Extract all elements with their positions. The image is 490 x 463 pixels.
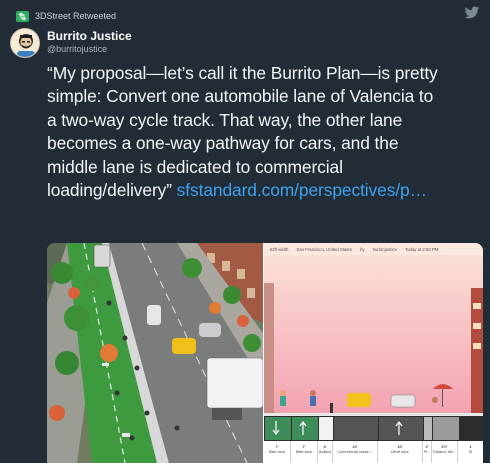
lane-label[interactable]: 7' Bike lane xyxy=(291,441,318,463)
retweet-text: 3DStreet Retweeted xyxy=(35,11,117,21)
tweet-link[interactable]: sfstandard.com/perspectives/p… xyxy=(177,180,427,200)
lane-label[interactable]: 6½' Outdoor din... xyxy=(432,441,458,463)
twitter-bird-icon[interactable] xyxy=(464,6,480,20)
lane-label[interactable]: 10' Drive lane xyxy=(378,441,423,463)
media-images xyxy=(47,243,483,463)
streetmix-header: 82ft width San Francisco, United States … xyxy=(264,243,483,255)
retweet-icon xyxy=(16,10,29,22)
street-3d-image[interactable] xyxy=(47,243,264,463)
tweet-line: becomes a one-way pathway for cars, and … xyxy=(47,133,399,154)
retweet-context: 3DStreet Retweeted xyxy=(16,8,116,24)
street-width[interactable]: 82ft width xyxy=(270,247,288,252)
avatar[interactable] xyxy=(10,28,40,58)
lane-label[interactable]: 7' Bike lane xyxy=(264,441,291,463)
street-section-image[interactable] xyxy=(264,243,483,463)
lane-label[interactable]: 2' Pl... xyxy=(423,441,432,463)
tweet-media[interactable]: 82ft width San Francisco, United States … xyxy=(47,243,483,463)
tweet-line-text: loading/delivery” xyxy=(47,180,172,201)
user-handle[interactable]: @burritojustice xyxy=(47,44,107,54)
street-by: by xyxy=(360,246,365,252)
street-author[interactable]: burritojustice xyxy=(373,247,397,252)
street-date: Today at 2:50 PM xyxy=(404,246,439,252)
lane-label[interactable]: 4' Bollard xyxy=(318,441,333,463)
display-name[interactable]: Burrito Justice xyxy=(47,29,132,43)
tweet-card[interactable]: 3DStreet Retweeted Burrito Justice @burr… xyxy=(0,0,490,463)
tweet-line: loading/delivery” sfstandard.com/perspec… xyxy=(47,179,479,202)
street-location[interactable]: San Francisco, United States xyxy=(296,247,352,252)
lane-label[interactable]: 1 Si xyxy=(458,441,483,463)
tweet-line: “My proposal—let’s call it the Burrito P… xyxy=(47,63,438,83)
lane-labels: 7' Bike lane 7' Bike lane 4' Bollard 10' Com… xyxy=(264,441,483,463)
tweet-line: middle lane is dedicated to commercial xyxy=(47,156,343,177)
tweet-line: a two-way cycle track. That way, the oth… xyxy=(47,109,403,130)
lane-label[interactable]: 10' Commercial loadin... xyxy=(333,441,378,463)
tweet-text: “My proposal—let’s call it the Burrito P… xyxy=(47,62,479,202)
tweet-line: simple: Convert one automobile lane of V… xyxy=(47,86,434,107)
